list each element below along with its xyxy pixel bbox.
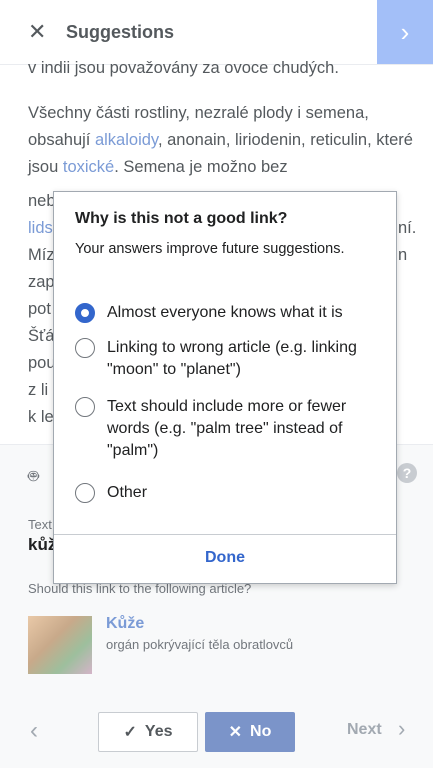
article-paragraph: Všechny části rostliny, nezralé plody i … — [28, 100, 423, 181]
clip-line: ní. — [398, 219, 417, 237]
option-label: Other — [107, 484, 148, 501]
close-icon: ✕ — [228, 724, 243, 741]
next-button[interactable]: Next — [347, 721, 382, 739]
chevron-left-icon[interactable]: ‹ — [30, 717, 38, 745]
reason-dialog: Why is this not a good link? Your answer… — [53, 191, 397, 584]
dialog-subtitle: Your answers improve future suggestions. — [75, 241, 345, 257]
page-title: Suggestions — [66, 22, 175, 42]
robot-icon: 🤖︎ — [28, 466, 39, 486]
dialog-title: Why is this not a good link? — [75, 210, 288, 227]
link-toxicke[interactable]: toxické — [63, 158, 114, 176]
close-icon[interactable]: ✕ — [28, 20, 46, 44]
article-clipped-right: ní. n — [398, 215, 416, 269]
radio-checked[interactable] — [75, 303, 95, 323]
article-thumbnail — [28, 616, 92, 674]
radio-unchecked[interactable] — [75, 338, 95, 358]
radio-unchecked[interactable] — [75, 397, 95, 417]
chevron-right-icon[interactable]: › — [398, 716, 405, 742]
yes-button[interactable]: ✓ Yes — [98, 712, 198, 752]
action-bar: ‹ ✓ Yes ✕ No Next › — [0, 707, 433, 767]
done-button[interactable]: Done — [54, 534, 396, 582]
article-line: v indii jsou považovány za ovoce chudých… — [28, 59, 339, 77]
no-label: No — [250, 723, 272, 740]
suggested-article-description: orgán pokrývající těla obratlovců — [106, 637, 294, 652]
clip-line: n — [398, 246, 408, 264]
article-text: . Semena je možno bez — [114, 158, 288, 176]
help-icon[interactable]: ? — [397, 463, 417, 483]
no-button[interactable]: ✕ No — [205, 712, 295, 752]
chevron-right-icon: › — [400, 16, 410, 47]
option-label: Linking to wrong article (e.g. linking "… — [107, 339, 357, 378]
article-body: v indii jsou považovány za ovoce chudých… — [28, 55, 423, 199]
radio-unchecked[interactable] — [75, 483, 95, 503]
option-label: Text should include more or fewer words … — [107, 398, 347, 459]
text-label: Text — [28, 517, 52, 532]
check-icon: ✓ — [123, 724, 137, 741]
option-label: Almost everyone knows what it is — [107, 304, 343, 321]
yes-label: Yes — [144, 723, 173, 740]
suggested-article-title[interactable]: Kůže — [106, 615, 144, 633]
link-alkaloidy[interactable]: alkaloidy — [95, 131, 158, 149]
